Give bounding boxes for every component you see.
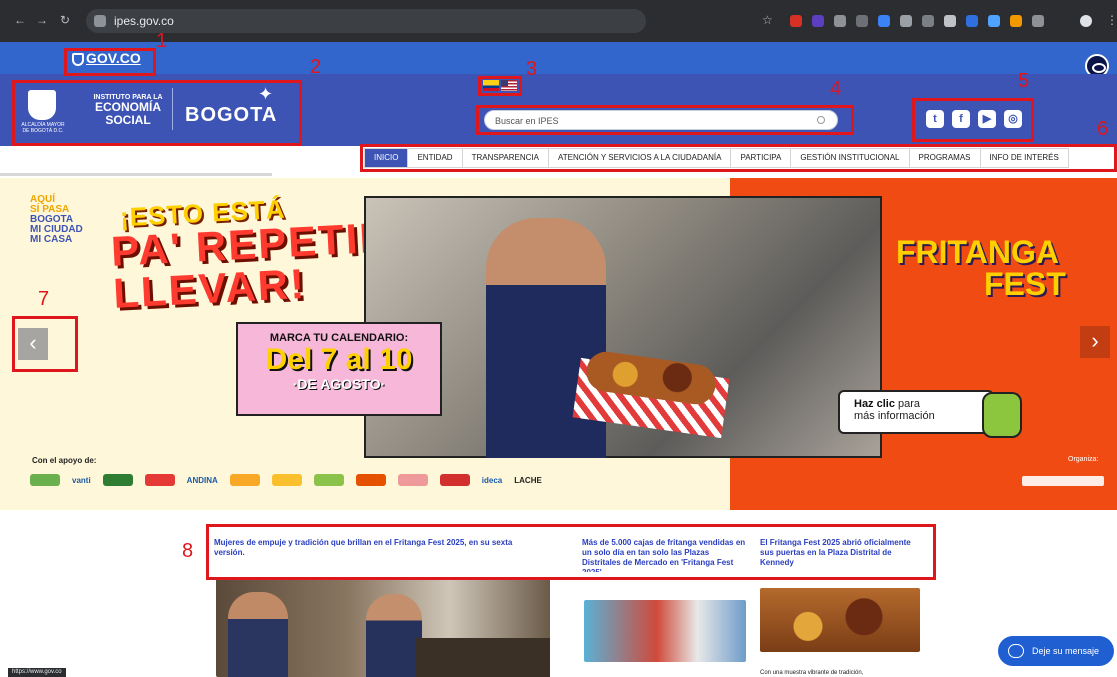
sponsor-logos: vanti ANDINA ideca LACHE [30, 470, 590, 490]
extension-icon[interactable] [834, 15, 846, 27]
organiza-label: Organiza: [1068, 456, 1099, 463]
support-label: Con el apoyo de: [32, 456, 97, 465]
header-divider [0, 173, 272, 176]
browser-toolbar: ← → ↻ ipes.gov.co ☆ ⋮ [0, 0, 1117, 42]
annotation-box-8 [206, 524, 936, 580]
fest-line1: FRITANGA [896, 234, 1059, 270]
extension-icon[interactable] [812, 15, 824, 27]
profile-avatar[interactable] [1080, 15, 1092, 27]
sponsor-ideca: ideca [481, 475, 503, 485]
address-bar-url: ipes.gov.co [114, 14, 174, 28]
extension-icon[interactable] [1010, 15, 1022, 27]
annotation-number-7: 7 [38, 288, 50, 310]
news-image-2[interactable] [584, 600, 746, 662]
oven-mitt-icon [982, 392, 1022, 438]
news-snippet-3: Con una muestra vibrante de tradición, [760, 670, 864, 676]
annotation-number-3: 3 [526, 58, 538, 80]
carousel-next-button[interactable]: › [1080, 326, 1110, 358]
extension-icon[interactable] [790, 15, 802, 27]
annotation-box-1 [64, 48, 156, 76]
extension-icon[interactable] [1032, 15, 1044, 27]
calendar-month: ·DE AGOSTO· [292, 376, 386, 392]
extension-icon[interactable] [988, 15, 1000, 27]
sponsor-logo-icon [313, 474, 344, 486]
site-info-icon[interactable] [94, 15, 106, 27]
sponsor-vanti: vanti [72, 475, 91, 485]
sponsor-logo-icon [30, 474, 60, 486]
browser-menu-icon[interactable]: ⋮ [1106, 13, 1117, 27]
cta-rest: para [894, 398, 921, 410]
calendar-card: MARCA TU CALENDARIO: Del 7 al 10 ·DE AGO… [236, 322, 442, 416]
fritanga-fest-logo: FRITANGA FEST [896, 236, 1066, 300]
annotation-number-8: 8 [182, 540, 194, 562]
news-image-1[interactable] [216, 578, 550, 677]
sponsor-logo-icon [397, 474, 428, 486]
more-info-cta[interactable]: Haz clic para más información [838, 390, 1022, 438]
sponsor-logo-icon [439, 474, 470, 486]
vendor-figure [486, 218, 606, 458]
extension-icon[interactable] [856, 15, 868, 27]
cta-bold: Haz clic [854, 398, 895, 410]
sponsor-logo-icon [355, 474, 386, 486]
annotation-number-1: 1 [156, 30, 168, 52]
back-icon[interactable]: ← [14, 13, 26, 27]
gov-co-bar [0, 42, 1117, 74]
annotation-box-7 [12, 316, 78, 372]
status-bar-url: https://www.gov.co [8, 668, 66, 677]
sponsor-lache: LACHE [514, 475, 542, 485]
address-bar[interactable]: ipes.gov.co [86, 9, 646, 33]
sponsor-logo-icon [144, 474, 175, 486]
annotation-box-2 [12, 80, 302, 146]
calendar-dates: Del 7 al 10 [265, 343, 413, 376]
annotation-number-6: 6 [1097, 118, 1109, 140]
extension-icon[interactable] [944, 15, 956, 27]
annotation-box-5 [912, 98, 1034, 142]
extension-icon[interactable] [922, 15, 934, 27]
chat-bubble-icon [1008, 644, 1024, 658]
forward-icon[interactable]: → [36, 13, 48, 27]
annotation-box-3 [478, 76, 522, 96]
news-image-3[interactable] [760, 588, 920, 652]
bookmark-star-icon[interactable]: ☆ [762, 13, 773, 27]
aqui-si-pasa-logo: AQUÍ SÍ PASA BOGOTA MI CIUDAD MI CASA [30, 195, 110, 245]
annotation-number-4: 4 [830, 78, 842, 100]
annotation-number-2: 2 [310, 56, 322, 78]
fest-line2: FEST [984, 266, 1066, 302]
sponsor-logo-icon [102, 474, 133, 486]
cta-line2: más información [854, 410, 935, 422]
leave-message-button[interactable]: Deje su mensaje [998, 636, 1114, 666]
organizer-logos [1022, 476, 1104, 486]
extension-icon[interactable] [878, 15, 890, 27]
sponsor-logo-icon [271, 474, 302, 486]
annotation-box-6 [360, 144, 1117, 172]
extension-icon[interactable] [900, 15, 912, 27]
sponsor-logo-icon [229, 474, 260, 486]
annotation-number-5: 5 [1018, 70, 1030, 92]
annotation-box-4 [476, 105, 854, 135]
chat-label: Deje su mensaje [1032, 646, 1100, 656]
extension-icon[interactable] [966, 15, 978, 27]
aqui-line5: MI CASA [30, 234, 73, 245]
sponsor-andina: ANDINA [186, 475, 218, 485]
reload-icon[interactable]: ↻ [60, 13, 70, 27]
